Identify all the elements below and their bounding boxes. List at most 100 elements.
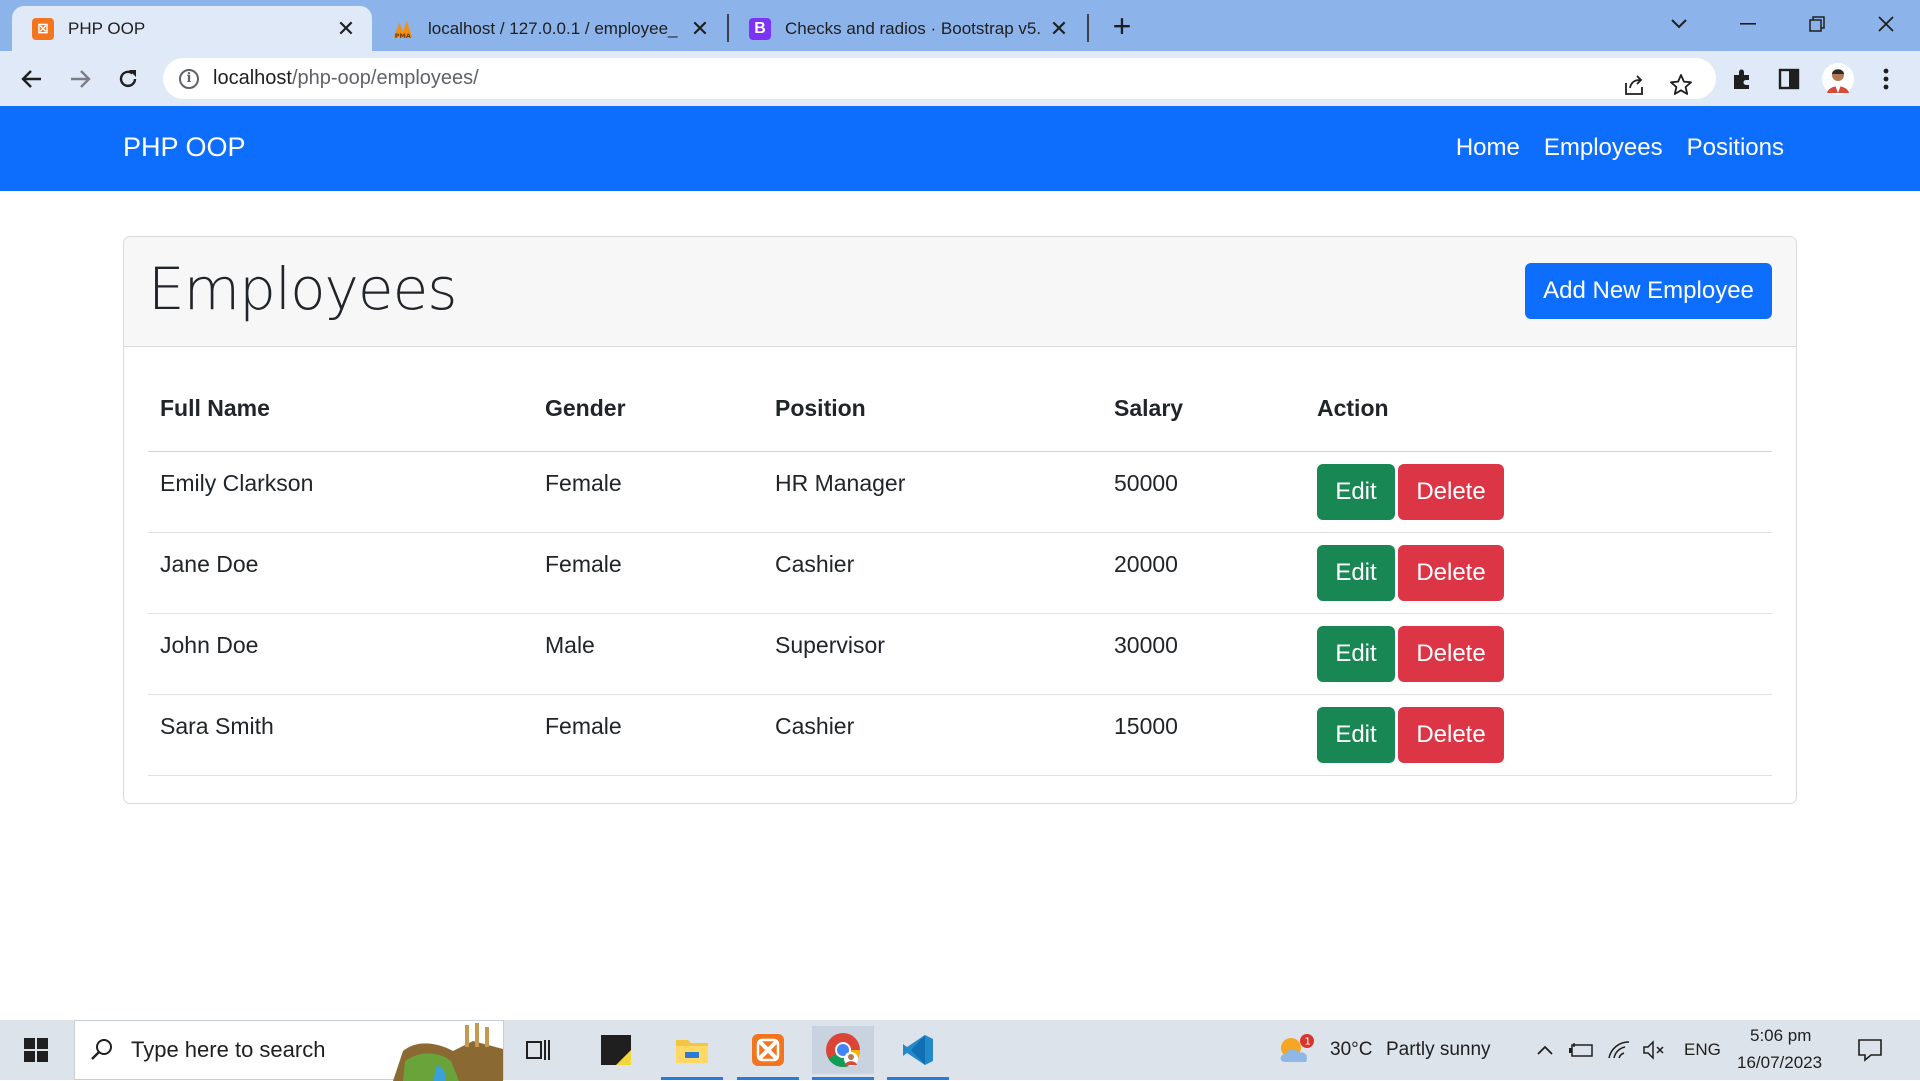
tab-search-icon[interactable]	[1659, 6, 1699, 42]
edit-button[interactable]: Edit	[1317, 544, 1395, 601]
forward-icon[interactable]	[61, 60, 99, 98]
edit-button[interactable]: Edit	[1317, 706, 1395, 763]
table-row: Sara Smith Female Cashier 15000 Edit Dele…	[148, 694, 1772, 776]
employees-card: Employees Add New Employee Full Name Gen…	[123, 236, 1797, 804]
minimize-icon[interactable]	[1728, 6, 1768, 42]
share-icon[interactable]	[1616, 67, 1652, 103]
clock-date[interactable]: 16/07/2023	[1737, 1053, 1822, 1073]
close-tab-icon[interactable]: ✕	[688, 16, 712, 41]
show-hidden-icons-chevron-icon[interactable]	[1530, 1026, 1560, 1074]
svg-text:1: 1	[1305, 1037, 1311, 1048]
profile-avatar[interactable]	[1819, 60, 1857, 98]
windows-taskbar: Type here to search 1 30°C Partly sunny	[0, 1020, 1920, 1081]
address-bar[interactable]: i localhost/php-oop/employees/	[163, 58, 1716, 99]
reload-icon[interactable]	[109, 60, 147, 98]
xampp-taskbar-icon[interactable]	[737, 1026, 799, 1080]
cell-gender: Female	[533, 694, 763, 776]
table-header-row: Full Name Gender Position Salary Action	[148, 367, 1772, 452]
weather-temperature[interactable]: 30°C	[1330, 1039, 1372, 1061]
cell-salary: 20000	[1102, 532, 1305, 614]
clock-time[interactable]: 5:06 pm	[1750, 1026, 1811, 1046]
xampp-icon: ⊠	[32, 17, 54, 40]
windows-start-icon[interactable]	[5, 1026, 67, 1074]
menu-kebab-icon[interactable]	[1867, 60, 1905, 98]
navbar-links: Home Employees Positions	[1456, 134, 1784, 162]
cell-salary: 30000	[1102, 613, 1305, 695]
column-header-gender: Gender	[533, 367, 763, 452]
cell-full-name: John Doe	[148, 613, 533, 695]
tab-title: PHP OOP	[68, 18, 146, 38]
cell-position: Cashier	[763, 532, 1102, 614]
close-window-icon[interactable]	[1866, 6, 1906, 42]
weather-icon[interactable]: 1	[1276, 1026, 1316, 1074]
phpmyadmin-icon: PMA	[392, 18, 414, 40]
close-tab-icon[interactable]: ✕	[1047, 16, 1071, 41]
edit-button[interactable]: Edit	[1317, 463, 1395, 520]
weather-description[interactable]: Partly sunny	[1386, 1039, 1491, 1061]
new-tab-button[interactable]: +	[1105, 10, 1139, 44]
nav-link-positions[interactable]: Positions	[1687, 134, 1784, 162]
volume-muted-icon[interactable]	[1638, 1026, 1670, 1074]
cell-gender: Male	[533, 613, 763, 695]
site-navbar: PHP OOP Home Employees Positions	[0, 106, 1920, 191]
cell-gender: Female	[533, 451, 763, 533]
browser-toolbar: i localhost/php-oop/employees/	[0, 51, 1920, 106]
table-row: Emily Clarkson Female HR Manager 50000 E…	[148, 451, 1772, 533]
delete-button[interactable]: Delete	[1398, 706, 1504, 763]
file-explorer-icon[interactable]	[661, 1026, 723, 1080]
extensions-icon[interactable]	[1723, 60, 1761, 98]
nav-link-home[interactable]: Home	[1456, 134, 1520, 162]
site-info-icon[interactable]: i	[179, 68, 199, 89]
cell-full-name: Sara Smith	[148, 694, 533, 776]
nav-link-employees[interactable]: Employees	[1544, 134, 1663, 162]
url-path: /php-oop/employees/	[291, 67, 479, 89]
cell-actions: Edit Delete	[1305, 451, 1772, 533]
task-view-icon[interactable]	[508, 1026, 570, 1074]
bookmark-star-icon[interactable]	[1663, 67, 1699, 103]
cell-position: Cashier	[763, 694, 1102, 776]
add-new-employee-button[interactable]: Add New Employee	[1525, 263, 1772, 319]
table-row: Jane Doe Female Cashier 20000 Edit Delete	[148, 532, 1772, 614]
search-icon	[89, 1037, 115, 1063]
svg-text:PMA: PMA	[395, 32, 411, 40]
cell-actions: Edit Delete	[1305, 532, 1772, 614]
tab-title: localhost / 127.0.0.1 / employee_	[428, 18, 678, 38]
column-header-position: Position	[763, 367, 1102, 452]
chrome-taskbar-icon[interactable]	[812, 1026, 874, 1080]
url-host: localhost	[213, 67, 292, 89]
taskbar-search-box[interactable]: Type here to search	[74, 1020, 504, 1081]
browser-tab-phpmyadmin[interactable]: PMA localhost / 127.0.0.1 / employee_ ✕	[372, 6, 726, 51]
tab-divider	[1087, 14, 1089, 42]
page-title: Employees	[148, 255, 457, 323]
column-header-action: Action	[1305, 367, 1772, 452]
delete-button[interactable]: Delete	[1398, 463, 1504, 520]
browser-tab-strip: ⊠ PHP OOP ✕ PMA localhost / 127.0.0.1 / …	[0, 0, 1920, 51]
employees-table: Full Name Gender Position Salary Action …	[148, 367, 1772, 776]
wifi-icon[interactable]	[1603, 1026, 1635, 1074]
delete-button[interactable]: Delete	[1398, 544, 1504, 601]
card-header: Employees Add New Employee	[124, 237, 1796, 347]
navbar-brand[interactable]: PHP OOP	[123, 132, 246, 163]
column-header-full-name: Full Name	[148, 367, 533, 452]
table-row: John Doe Male Supervisor 30000 Edit Delet…	[148, 613, 1772, 695]
browser-tab-active[interactable]: ⊠ PHP OOP ✕	[12, 6, 372, 51]
back-icon[interactable]	[13, 60, 51, 98]
vscode-taskbar-icon[interactable]	[887, 1026, 949, 1080]
notifications-icon[interactable]	[1840, 1026, 1900, 1074]
language-indicator[interactable]: ENG	[1684, 1040, 1721, 1060]
browser-tab-bootstrap[interactable]: B Checks and radios · Bootstrap v5. ✕	[729, 6, 1085, 51]
close-tab-icon[interactable]: ✕	[334, 16, 358, 41]
side-panel-icon[interactable]	[1770, 60, 1808, 98]
edit-button[interactable]: Edit	[1317, 625, 1395, 682]
cell-full-name: Jane Doe	[148, 532, 533, 614]
cell-position: HR Manager	[763, 451, 1102, 533]
delete-button[interactable]: Delete	[1398, 625, 1504, 682]
sticky-notes-icon[interactable]	[585, 1026, 647, 1074]
battery-icon[interactable]	[1565, 1026, 1597, 1074]
cell-salary: 50000	[1102, 451, 1305, 533]
bootstrap-icon: B	[749, 17, 771, 40]
search-highlight-illustration-icon	[393, 1021, 503, 1081]
cell-actions: Edit Delete	[1305, 613, 1772, 695]
cell-position: Supervisor	[763, 613, 1102, 695]
restore-icon[interactable]	[1797, 6, 1837, 42]
